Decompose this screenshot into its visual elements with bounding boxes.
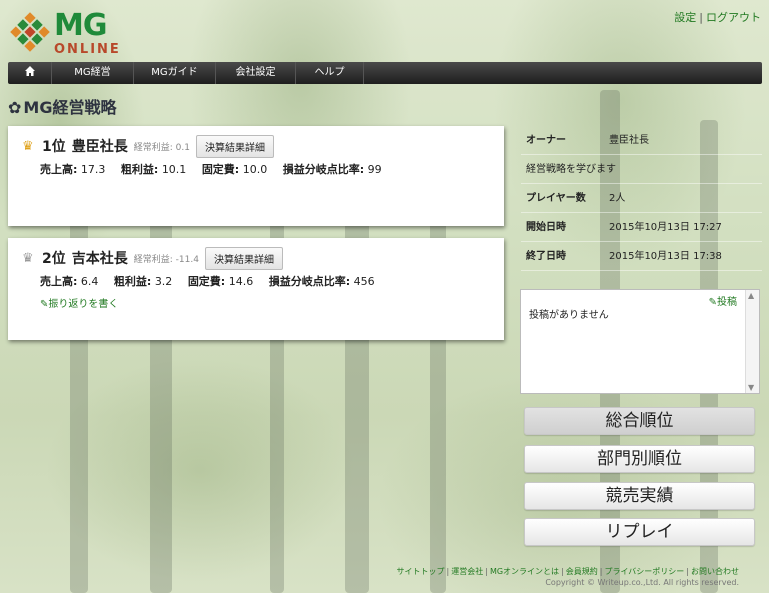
settings-link[interactable]: 設定 (674, 11, 696, 24)
gear-icon: ✿ (8, 98, 22, 117)
footer-links: サイトトップ | 運営会社 | MGオンラインとは | 会員規約 | プライバシーポリシー | お問… (396, 567, 739, 576)
logo-diamond-icon (10, 12, 50, 52)
footer-site-top[interactable]: サイトトップ (397, 567, 445, 576)
logo-subtext: ONLINE (54, 42, 121, 57)
home-icon (24, 66, 35, 76)
crown-silver-icon: ♛ (22, 250, 34, 266)
auction-results-button[interactable]: 競売実績 (524, 482, 755, 510)
nav-help[interactable]: ヘルプ (296, 62, 364, 84)
replay-button[interactable]: リプレイ (524, 518, 755, 546)
settlement-detail-button[interactable]: 決算結果詳細 (196, 134, 274, 158)
post-link[interactable]: ✎投稿 (709, 293, 737, 308)
info-row-players: プレイヤー数 2人 (521, 184, 762, 213)
footer-contact[interactable]: お問い合わせ (691, 567, 739, 576)
page-title: ✿ MG経営戦略 (8, 98, 117, 117)
footer-terms[interactable]: 会員規約 (566, 567, 598, 576)
copyright: Copyright © Writeup.co.,Ltd. All rights … (545, 578, 739, 587)
stats-row: 売上高: 17.3 粗利益: 10.1 固定費: 10.0 損益分岐点比率: 9… (40, 163, 382, 176)
nav-mg-guide[interactable]: MGガイド (134, 62, 216, 84)
pencil-icon: ✎ (708, 297, 717, 308)
footer-privacy[interactable]: プライバシーポリシー (604, 567, 684, 576)
crown-gold-icon: ♛ (22, 138, 34, 154)
overall-ranking-button[interactable]: 総合順位 (524, 407, 755, 435)
nav-company-settings[interactable]: 会社設定 (216, 62, 296, 84)
settlement-detail-button[interactable]: 決算結果詳細 (204, 246, 283, 270)
stats-row: 売上高: 6.4 粗利益: 3.2 固定費: 14.6 損益分岐点比率: 456 (40, 275, 375, 288)
logout-link[interactable]: ログアウト (706, 11, 761, 24)
ordinary-profit: 経常利益: 0.1 (133, 142, 190, 153)
ordinary-profit: 経常利益: -11.4 (133, 254, 199, 265)
main-nav: MG経営 MGガイド 会社設定 ヘルプ (8, 62, 762, 84)
player-name: 吉本社長 (71, 251, 128, 267)
write-reflection-link[interactable]: ✎振り返りを書く (22, 295, 490, 310)
scroll-down-icon[interactable]: ▼ (748, 383, 754, 392)
footer-about[interactable]: MGオンラインとは (490, 567, 559, 576)
site-logo[interactable]: MG ONLINE (8, 8, 119, 58)
info-row-end: 終了日時 2015年10月13日 17:38 (521, 242, 762, 271)
nav-mg-management[interactable]: MG経営 (52, 62, 134, 84)
scroll-up-icon[interactable]: ▲ (748, 291, 754, 300)
logo-text: MG (54, 8, 107, 43)
player-name: 豊臣社長 (71, 139, 128, 155)
rank-label: 2位 (42, 251, 66, 267)
game-info: オーナー 豊臣社長 経営戦略を学びます プレイヤー数 2人 開始日時 2015年10月… (521, 126, 762, 271)
info-row-owner: オーナー 豊臣社長 (521, 126, 762, 155)
footer-company[interactable]: 運営会社 (451, 567, 483, 576)
posts-box: ✎投稿 投稿がありません ▲ ▼ (520, 289, 760, 394)
top-links: 設定 | ログアウト (674, 11, 761, 24)
department-ranking-button[interactable]: 部門別順位 (524, 445, 755, 473)
rank-label: 1位 (42, 139, 66, 155)
posts-scrollbar[interactable]: ▲ ▼ (745, 290, 759, 393)
no-posts-text: 投稿がありません (529, 310, 609, 321)
info-row-description: 経営戦略を学びます (521, 155, 762, 184)
ranking-card-1: ♛ 1位 豊臣社長 経常利益: 0.1 決算結果詳細 売上高: 17.3 粗利益… (8, 126, 504, 226)
ranking-card-2: ♛ 2位 吉本社長 経常利益: -11.4 決算結果詳細 売上高: 6.4 粗利… (8, 238, 504, 340)
nav-home[interactable] (8, 62, 52, 84)
info-row-start: 開始日時 2015年10月13日 17:27 (521, 213, 762, 242)
